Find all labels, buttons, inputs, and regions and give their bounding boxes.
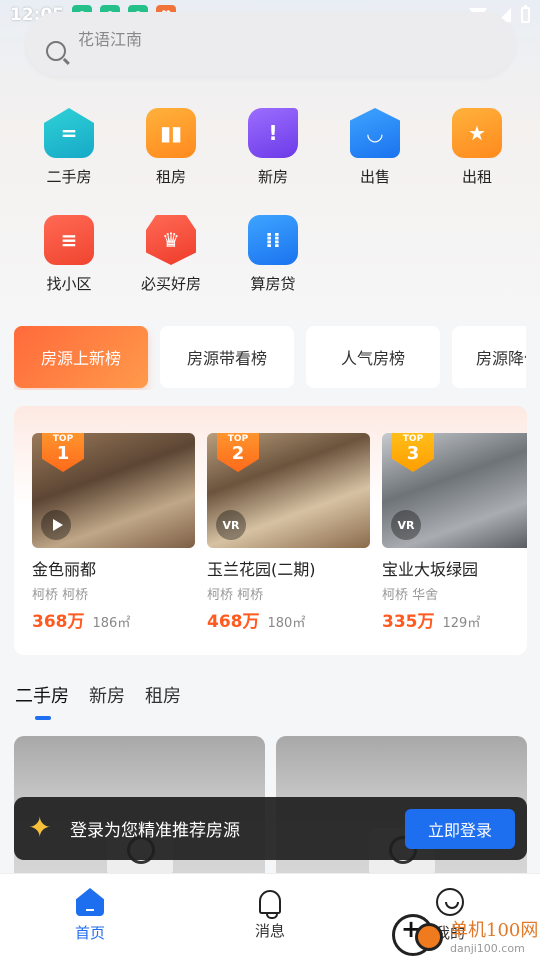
quick-entry-mortgage[interactable]: ⁞⁞ 算房贷: [222, 215, 324, 294]
login-button[interactable]: 立即登录: [405, 808, 515, 849]
quick-entry-label: 出售: [359, 168, 390, 186]
vr-icon[interactable]: VR: [391, 510, 421, 540]
listing-price-row: 335万 129㎡: [382, 607, 527, 632]
secondhand-house-icon: =: [44, 108, 94, 158]
rank-badge: TOP 2: [217, 433, 259, 472]
listing-name: 宝业大坂绿园: [382, 560, 479, 579]
quick-entry-label: 出租: [461, 168, 492, 186]
rank-tab-price-drop[interactable]: 房源降价: [452, 326, 526, 388]
quick-entry-label: 找小区: [46, 275, 92, 293]
quick-entry-must-buy[interactable]: ♛ 必买好房: [120, 215, 222, 294]
nav-messages[interactable]: 消息: [180, 874, 360, 960]
vr-icon[interactable]: VR: [216, 510, 246, 540]
listing-area: 180㎡: [267, 616, 306, 631]
rank-tab-viewings[interactable]: 房源带看榜: [160, 326, 294, 388]
lease-out-icon: ★: [452, 108, 502, 158]
listing-price: 368万: [32, 612, 85, 632]
rank-listing-item[interactable]: TOP 1 金色丽都 柯桥 柯桥 368万 186㎡: [32, 433, 195, 632]
tab-rent[interactable]: 租房: [145, 682, 181, 708]
listing-name: 金色丽都: [32, 560, 97, 579]
play-video-icon[interactable]: [41, 510, 71, 540]
listing-area: 129㎡: [442, 616, 481, 631]
quick-entry-label: 新房: [257, 168, 288, 186]
search-icon: [46, 41, 66, 61]
listing-area: 186㎡: [92, 616, 131, 631]
quick-entry-community[interactable]: ≡ 找小区: [18, 215, 120, 294]
nav-label: 首页: [74, 924, 105, 942]
rank-badge: TOP 1: [42, 433, 84, 472]
rank-tab-new-listings[interactable]: 房源上新榜: [14, 326, 148, 388]
listing-photo: TOP 1: [32, 433, 195, 548]
quick-entry-rent[interactable]: ▮▮ 租房: [120, 108, 222, 187]
rank-badge-number: 2: [231, 443, 245, 464]
listing-name: 玉兰花园(二期): [207, 560, 316, 579]
watermark-url: danji100.com: [450, 941, 525, 955]
quick-entry-secondhand[interactable]: = 二手房: [18, 108, 120, 187]
quick-entry-sell[interactable]: ◡ 出售: [324, 108, 426, 187]
rank-listing-item[interactable]: TOP 3 VR 宝业大坂绿园 柯桥 华舍 335万 129㎡: [382, 433, 527, 632]
login-prompt-text: 登录为您精准推荐房源: [70, 821, 240, 841]
listing-price-row: 368万 186㎡: [32, 607, 195, 632]
tab-new-house[interactable]: 新房: [89, 682, 125, 708]
nav-label: 消息: [254, 922, 285, 940]
nav-home[interactable]: 首页: [0, 874, 180, 960]
login-banner: 登录为您精准推荐房源 立即登录: [14, 797, 527, 860]
watermark-name: 单机100网: [450, 919, 539, 941]
active-tab-indicator: [35, 716, 51, 720]
listing-photo: TOP 2 VR: [207, 433, 370, 548]
rank-listing-list: TOP 1 金色丽都 柯桥 柯桥 368万 186㎡ TOP 2 VR 玉兰花园…: [32, 433, 527, 632]
search-bar[interactable]: 花语江南: [26, 12, 515, 76]
quick-entry-label: 算房贷: [250, 275, 296, 293]
quick-entry-label: 必买好房: [140, 275, 201, 293]
rank-listing-item[interactable]: TOP 2 VR 玉兰花园(二期) 柯桥 柯桥 468万 180㎡: [207, 433, 370, 632]
listing-location: 柯桥 柯桥: [32, 588, 89, 603]
quick-entry-label: 租房: [155, 168, 186, 186]
rank-badge: TOP 3: [392, 433, 434, 472]
watermark-text: 单机100网 danji100.com: [450, 916, 538, 955]
quick-entry-new[interactable]: ! 新房: [222, 108, 324, 187]
rank-badge-number: 1: [56, 443, 70, 464]
home-icon: [76, 888, 104, 916]
rank-tab-popular[interactable]: 人气房榜: [306, 326, 440, 388]
rent-house-icon: ▮▮: [146, 108, 196, 158]
mortgage-calculator-icon: ⁞⁞: [248, 215, 298, 265]
bell-icon: [259, 890, 281, 919]
must-buy-icon: ♛: [146, 215, 196, 265]
rank-badge-number: 3: [406, 443, 420, 464]
battery-icon: [521, 5, 530, 23]
sell-icon: ◡: [350, 108, 400, 158]
listing-photo: TOP 3 VR: [382, 433, 527, 548]
quick-entry-grid: = 二手房 ▮▮ 租房 ! 新房 ◡ 出售 ★ 出租 ≡ 找小区 ♛ 必买好房 …: [18, 108, 528, 294]
listing-price-row: 468万 180㎡: [207, 607, 370, 632]
sparkle-icon: [28, 811, 56, 844]
find-community-icon: ≡: [44, 215, 94, 265]
listing-location: 柯桥 华舍: [382, 588, 439, 603]
listing-location: 柯桥 柯桥: [207, 588, 264, 603]
quick-entry-label: 二手房: [46, 168, 92, 186]
watermark: 单机100网 danji100.com: [392, 914, 538, 956]
rank-tabs: 房源上新榜 房源带看榜 人气房榜 房源降价: [14, 326, 526, 390]
rank-listing-card: TOP 1 金色丽都 柯桥 柯桥 368万 186㎡ TOP 2 VR 玉兰花园…: [14, 406, 527, 655]
category-tabs: 二手房 新房 租房: [15, 682, 181, 708]
quick-entry-lease[interactable]: ★ 出租: [426, 108, 528, 187]
listing-price: 335万: [382, 612, 435, 632]
tab-secondhand[interactable]: 二手房: [15, 682, 69, 708]
profile-icon: [436, 888, 464, 916]
watermark-logo-icon: [392, 914, 443, 956]
listing-price: 468万: [207, 612, 260, 632]
new-house-icon: !: [248, 108, 298, 158]
search-input[interactable]: 花语江南: [78, 26, 142, 50]
